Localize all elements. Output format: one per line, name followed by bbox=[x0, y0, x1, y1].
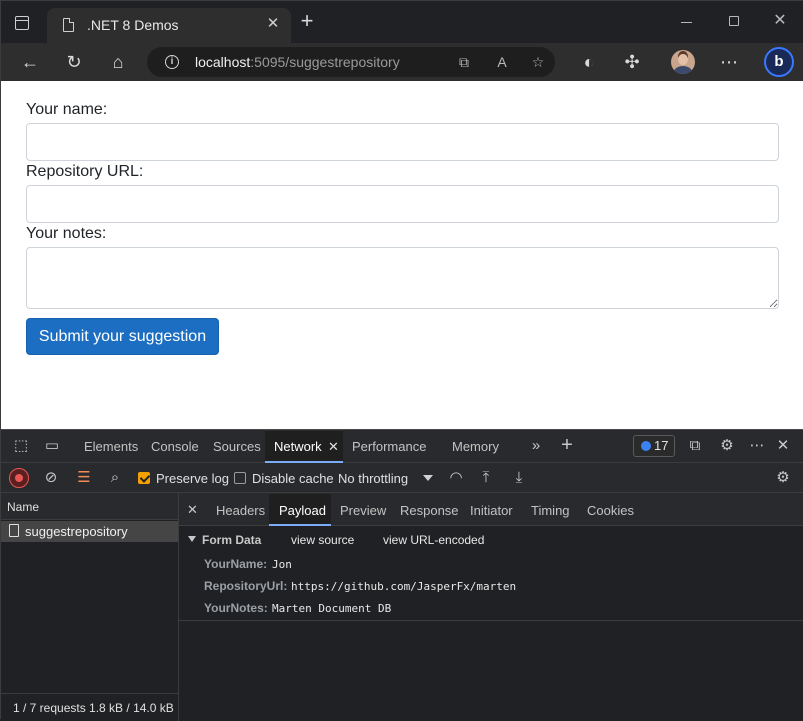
add-favorite-star-icon[interactable]: ☆ bbox=[527, 51, 549, 73]
new-tab-plus-icon[interactable]: + bbox=[297, 10, 317, 32]
preserve-log-label: Preserve log bbox=[156, 471, 229, 486]
tab-timing[interactable]: Timing bbox=[531, 503, 570, 518]
view-source-link[interactable]: view source bbox=[291, 533, 354, 547]
form-data-title[interactable]: Form Data bbox=[202, 533, 261, 547]
request-summary: 1 / 7 requests 1.8 kB / 14.0 kB bbox=[1, 693, 178, 721]
maximize-icon[interactable] bbox=[729, 16, 739, 26]
detail-close-icon[interactable]: ✕ bbox=[187, 502, 198, 518]
url-text[interactable]: localhost:5095/suggestrepository bbox=[195, 54, 400, 70]
inspect-element-icon[interactable]: ⬚ bbox=[10, 435, 32, 457]
devtools-tab-bar: ⬚ ▭ Elements Console Sources Network ✕ P… bbox=[1, 430, 803, 463]
network-toolbar: ⊘ ☰ ⌕ Preserve log Disable cache No thro… bbox=[1, 463, 803, 493]
tab-elements[interactable]: Elements bbox=[84, 439, 138, 454]
address-bar[interactable]: i localhost:5095/suggestrepository ⧉ A ☆ bbox=[147, 47, 555, 77]
request-detail-pane: ✕ Headers Payload Preview Response Initi… bbox=[179, 493, 803, 721]
filter-icon[interactable]: ☰ bbox=[73, 467, 95, 489]
record-stop-icon[interactable] bbox=[9, 468, 29, 488]
devtools-panel: ⬚ ▭ Elements Console Sources Network ✕ P… bbox=[1, 429, 803, 721]
browser-tab[interactable]: .NET 8 Demos ✕ bbox=[47, 8, 291, 43]
tab-payload[interactable]: Payload bbox=[279, 503, 326, 518]
browser-window: .NET 8 Demos ✕ + ✕ ← ↻ ⌂ i localhost:509… bbox=[0, 0, 803, 721]
tab-title: .NET 8 Demos bbox=[87, 17, 179, 33]
payload-key: YourNotes: bbox=[204, 601, 268, 615]
chevron-down-icon[interactable] bbox=[423, 475, 433, 481]
tab-sources[interactable]: Sources bbox=[213, 439, 261, 454]
add-tool-plus-icon[interactable]: + bbox=[556, 434, 578, 456]
page-content: Your name: Repository URL: Your notes: S… bbox=[1, 81, 803, 429]
open-in-app-icon[interactable]: ⧉ bbox=[453, 51, 475, 73]
title-bar: .NET 8 Demos ✕ + ✕ bbox=[1, 1, 803, 43]
request-list: Name suggestrepository 1 / 7 requests 1.… bbox=[1, 493, 179, 721]
view-url-encoded-link[interactable]: view URL-encoded bbox=[383, 533, 484, 547]
more-tabs-chevron-icon[interactable]: » bbox=[525, 435, 547, 457]
more-menu-icon[interactable]: ⋯ bbox=[717, 50, 741, 74]
network-tab-close-icon[interactable]: ✕ bbox=[328, 439, 339, 455]
tab-performance[interactable]: Performance bbox=[352, 439, 426, 454]
payload-key: YourName: bbox=[204, 557, 268, 571]
tab-console[interactable]: Console bbox=[151, 439, 199, 454]
devtools-more-icon[interactable]: ⋯ bbox=[746, 435, 768, 457]
repository-url-input[interactable] bbox=[26, 185, 779, 223]
document-icon bbox=[9, 524, 19, 537]
bing-copilot-icon[interactable]: b bbox=[764, 47, 794, 77]
payload-value: Marten Document DB bbox=[272, 602, 392, 615]
request-row[interactable]: suggestrepository bbox=[1, 521, 178, 542]
profile-avatar[interactable] bbox=[671, 50, 695, 74]
disable-cache-label: Disable cache bbox=[252, 471, 334, 486]
payload-section: Form Data view source view URL-encoded Y… bbox=[179, 526, 803, 621]
devtools-settings-gear-icon[interactable]: ⚙ bbox=[716, 435, 738, 457]
back-arrow-icon[interactable]: ← bbox=[18, 50, 42, 74]
import-har-icon[interactable]: ⤒ bbox=[475, 467, 497, 489]
name-input[interactable] bbox=[26, 123, 779, 161]
site-info-icon[interactable]: i bbox=[165, 55, 179, 69]
device-toolbar-icon[interactable]: ▭ bbox=[41, 435, 63, 457]
devtools-close-icon[interactable]: ✕ bbox=[772, 435, 794, 457]
tab-cookies[interactable]: Cookies bbox=[587, 503, 634, 518]
minimize-icon[interactable] bbox=[681, 22, 692, 23]
payload-value: Jon bbox=[272, 558, 292, 571]
collapse-triangle-icon[interactable] bbox=[188, 536, 196, 542]
search-icon[interactable]: ⌕ bbox=[104, 467, 126, 489]
window-close-icon[interactable]: ✕ bbox=[771, 10, 789, 30]
detail-tab-bar: ✕ Headers Payload Preview Response Initi… bbox=[179, 493, 803, 526]
tracking-prevention-icon[interactable]: ◐ bbox=[577, 50, 601, 74]
repository-url-label: Repository URL: bbox=[26, 163, 144, 180]
notes-textarea[interactable] bbox=[26, 247, 779, 309]
issues-badge[interactable]: 17 bbox=[633, 435, 675, 457]
export-har-icon[interactable]: ⤓ bbox=[508, 467, 530, 489]
tab-network[interactable]: Network bbox=[274, 439, 322, 454]
connected-devices-icon[interactable]: ⧉ bbox=[684, 435, 706, 457]
payload-value: https://github.com/JasperFx/marten bbox=[291, 580, 517, 593]
name-column-header[interactable]: Name bbox=[1, 493, 178, 520]
network-settings-gear-icon[interactable]: ⚙ bbox=[772, 467, 794, 489]
read-aloud-icon[interactable]: A bbox=[491, 51, 513, 73]
notes-label: Your notes: bbox=[26, 225, 107, 242]
tab-headers[interactable]: Headers bbox=[216, 503, 265, 518]
browser-toolbar: ← ↻ ⌂ i localhost:5095/suggestrepository… bbox=[1, 43, 803, 81]
preserve-log-checkbox[interactable] bbox=[138, 472, 150, 484]
tab-close-icon[interactable]: ✕ bbox=[264, 14, 282, 32]
home-icon[interactable]: ⌂ bbox=[106, 50, 130, 74]
clear-log-icon[interactable]: ⊘ bbox=[40, 467, 62, 489]
refresh-icon[interactable]: ↻ bbox=[62, 50, 86, 74]
request-name: suggestrepository bbox=[25, 524, 128, 539]
tab-response[interactable]: Response bbox=[400, 503, 459, 518]
throttling-select[interactable]: No throttling bbox=[338, 471, 408, 486]
network-conditions-icon[interactable]: ◠ bbox=[445, 467, 467, 489]
payload-key: RepositoryUrl: bbox=[204, 579, 288, 593]
page-favicon-icon bbox=[63, 18, 74, 32]
extensions-puzzle-icon[interactable]: ✣ bbox=[620, 50, 644, 74]
tab-preview[interactable]: Preview bbox=[340, 503, 386, 518]
tab-actions-icon[interactable] bbox=[15, 16, 29, 30]
submit-suggestion-button[interactable]: Submit your suggestion bbox=[26, 318, 219, 355]
tab-memory[interactable]: Memory bbox=[452, 439, 499, 454]
tab-initiator[interactable]: Initiator bbox=[470, 503, 513, 518]
disable-cache-checkbox[interactable] bbox=[234, 472, 246, 484]
name-label: Your name: bbox=[26, 101, 108, 118]
